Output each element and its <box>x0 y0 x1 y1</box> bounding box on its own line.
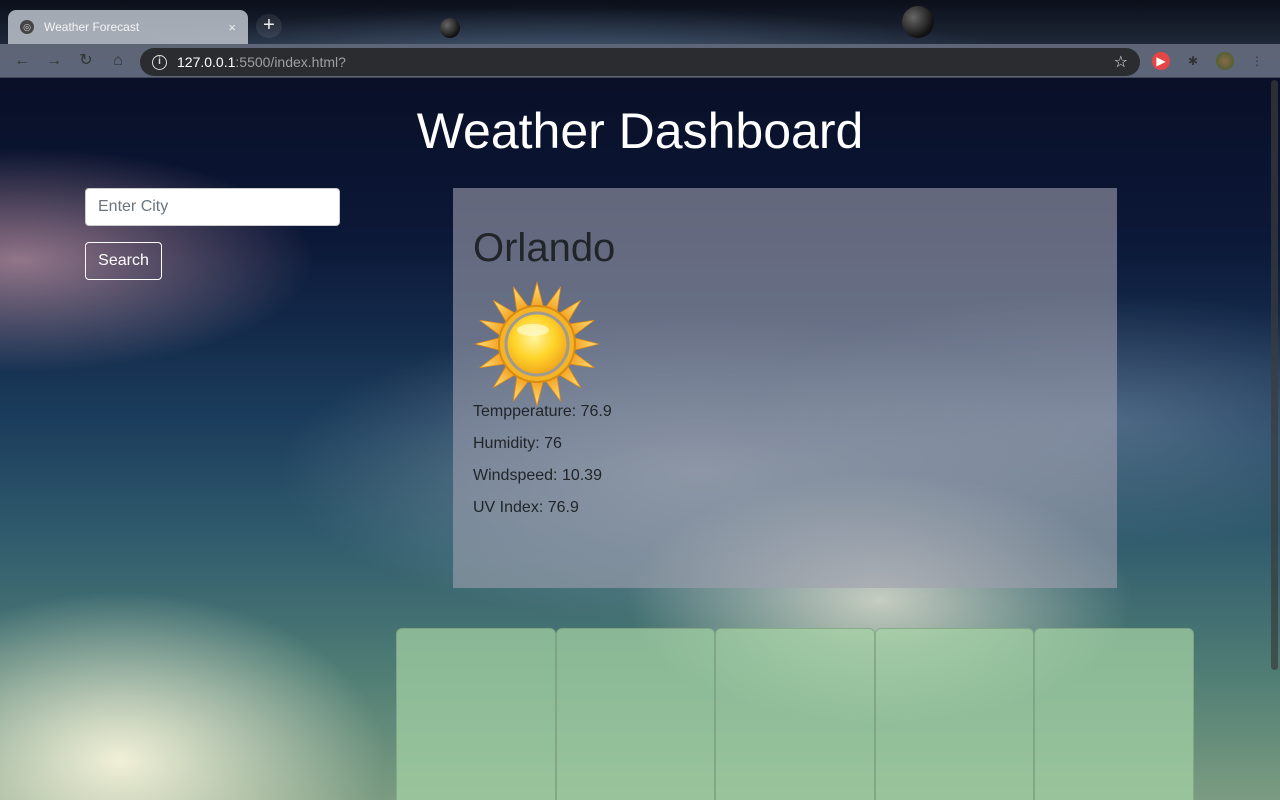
close-icon[interactable]: × <box>228 20 236 35</box>
city-name: Orlando <box>473 226 616 270</box>
avatar[interactable] <box>1216 52 1234 70</box>
forecast-card <box>1034 628 1194 800</box>
temperature-text: Tempperature: 76.9 <box>473 403 612 420</box>
forecast-card <box>396 628 556 800</box>
browser-tabstrip: ◎ Weather Forecast × + <box>0 0 1280 44</box>
search-button[interactable]: Search <box>85 242 162 280</box>
forecast-card <box>874 628 1035 800</box>
browser-tab[interactable]: ◎ Weather Forecast × <box>8 10 248 44</box>
url-host: 127.0.0.1 <box>177 54 236 70</box>
forward-icon[interactable]: → <box>44 51 64 71</box>
forecast-card <box>715 628 875 800</box>
uv-index-text: UV Index: 76.9 <box>473 499 579 516</box>
back-icon[interactable]: ← <box>12 51 32 71</box>
city-search-input[interactable] <box>85 188 340 226</box>
weather-stats: Tempperature: 76.9 Humidity: 76 Windspee… <box>473 396 1097 524</box>
bookmark-star-icon[interactable]: ☆ <box>1114 52 1128 72</box>
windspeed-text: Windspeed: 10.39 <box>473 467 602 484</box>
forecast-card <box>555 628 716 800</box>
page-title: Weather Dashboard <box>416 103 864 159</box>
puzzle-icon[interactable]: ✱ <box>1184 52 1202 70</box>
extension-icon[interactable]: ▶ <box>1152 52 1170 70</box>
info-icon[interactable]: i <box>152 54 167 70</box>
home-icon[interactable]: ⌂ <box>108 51 128 71</box>
sun-icon <box>474 281 600 407</box>
reload-icon[interactable]: ↻ <box>76 51 96 71</box>
new-tab-button[interactable]: + <box>256 14 282 38</box>
address-bar[interactable]: i 127.0.0.1:5500/index.html? ☆ <box>140 48 1140 76</box>
humidity-text: Humidity: 76 <box>473 435 562 452</box>
forecast-row <box>396 628 1194 800</box>
planet-decoration <box>902 6 934 38</box>
url-text: 127.0.0.1:5500/index.html? <box>177 54 1114 70</box>
menu-icon[interactable]: ⋮ <box>1248 52 1266 70</box>
browser-toolbar: ← → ↻ ⌂ i 127.0.0.1:5500/index.html? ☆ ▶… <box>0 44 1280 78</box>
globe-icon: ◎ <box>20 20 34 34</box>
tab-title: Weather Forecast <box>44 20 140 34</box>
page-scrollbar[interactable] <box>1271 80 1278 670</box>
url-path: :5500/index.html? <box>235 54 346 70</box>
planet-decoration <box>440 18 460 38</box>
current-weather-card: Orlando Tempperature: 76.9 Humidity: 76 … <box>453 188 1117 588</box>
